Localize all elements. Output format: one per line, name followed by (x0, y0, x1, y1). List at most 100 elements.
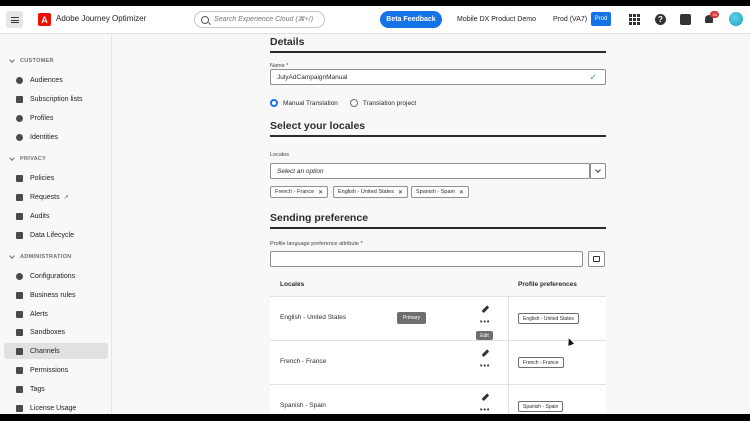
details-heading: Details (270, 36, 305, 48)
pencil-icon[interactable] (481, 305, 489, 313)
more-icon[interactable]: ••• (480, 363, 490, 370)
sidebar-item-tags[interactable]: Tags (4, 381, 108, 397)
sidebar-item-channels[interactable]: Channels (4, 343, 108, 359)
radio-manual-translation-label[interactable]: Manual Translation (283, 100, 338, 107)
notification-badge: 16 (710, 11, 719, 18)
sidebar-item-configurations[interactable]: Configurations (4, 268, 108, 284)
sidebar-section-privacy[interactable]: PRIVACY (9, 155, 46, 162)
tags-icon (16, 385, 23, 393)
identities-icon (16, 133, 23, 141)
requests-icon (16, 193, 23, 201)
profile-preference-tag: English - United States (518, 313, 579, 324)
profile-preference-tag: Spanish - Spain (518, 401, 564, 412)
apps-icon[interactable] (629, 14, 640, 25)
adobe-logo: A (38, 13, 51, 26)
translation-mode-group: Manual Translation Translation project (270, 99, 416, 107)
remove-tag-icon[interactable]: ✕ (398, 189, 403, 196)
help-icon[interactable]: ? (655, 14, 666, 25)
sidebar-item-business-rules[interactable]: Business rules (4, 287, 108, 303)
edit-tooltip: Edit (476, 331, 493, 340)
data-lifecycle-icon (16, 231, 23, 239)
column-header-profile-preferences: Profile preferences (518, 281, 577, 288)
screen-frame: A Adobe Journey Optimizer Beta Feedback … (0, 0, 750, 421)
remove-tag-icon[interactable]: ✕ (459, 189, 464, 196)
attribute-picker-button[interactable] (588, 251, 605, 267)
main-content: Details Name * JulyAdCampaignManual ✓ Ma… (112, 34, 750, 414)
language-attr-label: Profile language preference attribute * (270, 241, 363, 247)
avatar[interactable] (729, 12, 743, 26)
row-locale: Spanish - Spain (280, 402, 326, 409)
policies-icon (16, 174, 23, 182)
details-divider (270, 51, 606, 53)
locales-divider (270, 135, 606, 137)
sidebar-item-profiles[interactable]: Profiles (4, 110, 108, 126)
row-locale: English - United States (280, 314, 347, 321)
radio-translation-project[interactable] (349, 99, 358, 107)
chevron-down-icon (9, 253, 15, 259)
column-header-locales: Locales (280, 281, 305, 288)
sidebar-item-license-usage[interactable]: License Usage (4, 400, 108, 414)
top-bar: A Adobe Journey Optimizer Beta Feedback … (0, 6, 750, 34)
sidebar-item-data-lifecycle[interactable]: Data Lifecycle (4, 227, 108, 243)
pencil-icon[interactable] (481, 349, 489, 357)
more-icon[interactable]: ••• (480, 407, 490, 414)
more-icon[interactable]: ••• (480, 319, 490, 326)
pencil-icon[interactable] (481, 393, 489, 401)
remove-tag-icon[interactable]: ✕ (318, 189, 323, 196)
sidebar-item-subscription-lists[interactable]: Subscription lists (4, 91, 108, 107)
audiences-icon (16, 76, 23, 84)
sidebar-item-identities[interactable]: Identities (4, 129, 108, 145)
column-divider (508, 341, 509, 385)
sandbox-badge[interactable]: Prod (591, 12, 611, 26)
name-input[interactable]: JulyAdCampaignManual ✓ (270, 69, 606, 85)
sidebar: CUSTOMER Audiences Subscription lists Pr… (0, 34, 112, 414)
locales-heading: Select your locales (270, 120, 366, 132)
channels-icon (16, 347, 23, 355)
profile-preference-tag: French - France (518, 357, 564, 368)
sidebar-section-administration[interactable]: ADMINISTRATION (9, 253, 71, 260)
sandboxes-icon (16, 328, 23, 336)
table-row: French - France ••• French - France (270, 340, 606, 385)
org-switcher[interactable]: Mobile DX Product Demo (457, 16, 536, 23)
sidebar-section-customer[interactable]: CUSTOMER (9, 57, 54, 64)
locale-tag-french: French - France ✕ (270, 186, 329, 198)
license-usage-icon (16, 404, 23, 412)
locales-dropdown-button[interactable] (590, 163, 606, 179)
sandbox-name[interactable]: Prod (VA7) (553, 16, 587, 23)
search-bar[interactable] (194, 11, 325, 28)
business-rules-icon (16, 291, 23, 299)
radio-manual-translation[interactable] (270, 99, 278, 107)
external-link-icon: ↗ (63, 194, 69, 201)
sidebar-item-audiences[interactable]: Audiences (4, 72, 108, 88)
app-name[interactable]: Adobe Journey Optimizer (56, 14, 146, 23)
sidebar-item-policies[interactable]: Policies (4, 170, 108, 186)
sidebar-item-alerts[interactable]: Alerts (4, 306, 108, 322)
valid-check-icon: ✓ (589, 72, 597, 82)
sending-divider (270, 227, 606, 229)
primary-badge: Primary (397, 312, 426, 324)
sidebar-item-audits[interactable]: Audits (4, 208, 108, 224)
sidebar-item-permissions[interactable]: Permissions (4, 362, 108, 378)
locales-label: Locales (270, 152, 289, 158)
menu-icon[interactable] (6, 11, 23, 28)
table-row: Spanish - Spain ••• Spanish - Spain (270, 384, 606, 414)
beta-feedback-button[interactable]: Beta Feedback (380, 11, 442, 28)
language-attr-input[interactable] (270, 251, 583, 267)
permissions-icon (16, 366, 23, 374)
column-divider (508, 385, 509, 414)
chevron-down-icon (9, 57, 15, 63)
radio-translation-project-label[interactable]: Translation project (363, 100, 416, 107)
table-row: English - United States Primary ••• Engl… (270, 296, 606, 341)
audits-icon (16, 212, 23, 220)
search-icon (201, 15, 209, 24)
sidebar-item-sandboxes[interactable]: Sandboxes (4, 324, 108, 340)
chevron-down-icon (595, 167, 601, 173)
sidebar-item-requests[interactable]: Requests ↗ (4, 189, 108, 205)
column-divider (508, 297, 509, 341)
chat-icon[interactable] (680, 14, 691, 25)
app-window: A Adobe Journey Optimizer Beta Feedback … (0, 6, 750, 414)
subscription-lists-icon (16, 95, 23, 103)
locales-select[interactable]: Select an option (270, 163, 590, 179)
search-input[interactable] (214, 16, 324, 23)
configurations-icon (16, 272, 23, 280)
